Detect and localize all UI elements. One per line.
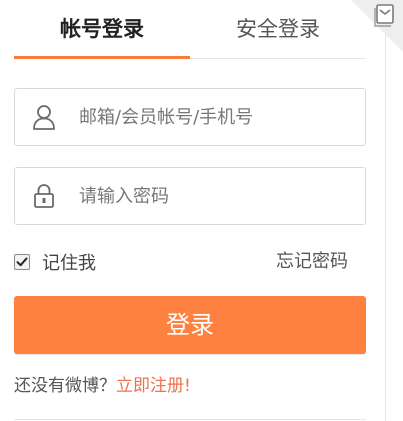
checkmark-icon bbox=[16, 257, 28, 267]
login-button[interactable]: 登录 bbox=[14, 296, 366, 354]
username-input[interactable] bbox=[79, 99, 349, 135]
password-field[interactable] bbox=[14, 167, 366, 225]
username-field[interactable] bbox=[14, 88, 366, 146]
login-tabs: 帐号登录 安全登录 bbox=[14, 0, 366, 59]
qrcode-icon[interactable] bbox=[373, 2, 397, 28]
user-icon bbox=[32, 104, 56, 130]
password-input[interactable] bbox=[79, 178, 349, 214]
register-row: 还没有微博？立即注册! bbox=[14, 372, 191, 400]
register-link[interactable]: 立即注册! bbox=[116, 376, 191, 396]
login-panel: 帐号登录 安全登录 记住我 忘记密码 登录 bbox=[0, 0, 385, 421]
lock-icon bbox=[32, 183, 56, 209]
forgot-password-link[interactable]: 忘记密码 bbox=[276, 249, 348, 275]
tab-account-login[interactable]: 帐号登录 bbox=[14, 0, 190, 59]
bottom-divider bbox=[14, 419, 366, 420]
panel-edge bbox=[385, 0, 403, 421]
tab-secure-login[interactable]: 安全登录 bbox=[190, 0, 366, 58]
register-prompt: 还没有微博？ bbox=[14, 376, 116, 396]
remember-me[interactable]: 记住我 bbox=[14, 249, 96, 275]
remember-checkbox[interactable] bbox=[14, 254, 30, 270]
remember-label: 记住我 bbox=[42, 253, 96, 274]
